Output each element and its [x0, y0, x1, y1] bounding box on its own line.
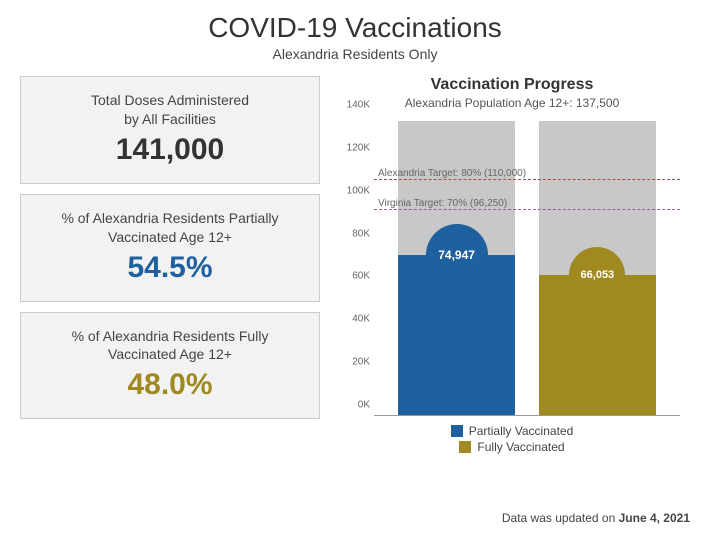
legend: Partially Vaccinated Fully Vaccinated	[334, 424, 690, 456]
y-tick: 80K	[352, 228, 370, 239]
bar-bg-full: 66,053	[539, 121, 655, 416]
stat-label-line1: Total Doses Administered	[91, 92, 249, 108]
swatch-blue-icon	[451, 425, 463, 437]
stat-label: % of Alexandria Residents Partially Vacc…	[31, 209, 309, 247]
plot: 74,947 66,053 Alexandria Target: 80% (11…	[374, 116, 680, 416]
y-axis: 0K 20K 40K 60K 80K 100K 120K 140K	[334, 116, 372, 416]
stat-label-line2: Vaccinated Age 12+	[108, 229, 232, 245]
stat-partial-pct: % of Alexandria Residents Partially Vacc…	[20, 194, 320, 302]
chart-area: 0K 20K 40K 60K 80K 100K 120K 140K 74,947…	[374, 116, 680, 416]
chart-title: Vaccination Progress	[334, 76, 690, 94]
y-tick: 60K	[352, 271, 370, 282]
stat-value: 54.5%	[31, 251, 309, 285]
page-title: COVID-19 Vaccinations	[0, 0, 710, 44]
legend-label: Partially Vaccinated	[469, 424, 574, 438]
target-line-alexandria: Alexandria Target: 80% (110,000)	[374, 179, 680, 180]
bubble-full: 66,053	[569, 247, 625, 303]
main-content: Total Doses Administered by All Faciliti…	[0, 76, 710, 456]
y-tick: 100K	[347, 185, 370, 196]
stat-full-pct: % of Alexandria Residents Fully Vaccinat…	[20, 312, 320, 420]
footer-date: June 4, 2021	[619, 511, 690, 525]
stat-label: Total Doses Administered by All Faciliti…	[31, 91, 309, 129]
chart-subtitle: Alexandria Population Age 12+: 137,500	[334, 96, 690, 110]
stat-total-doses: Total Doses Administered by All Faciliti…	[20, 76, 320, 184]
legend-partial: Partially Vaccinated	[451, 424, 574, 438]
legend-label: Fully Vaccinated	[477, 440, 564, 454]
legend-full: Fully Vaccinated	[459, 440, 564, 454]
page-subtitle: Alexandria Residents Only	[0, 46, 710, 62]
y-tick: 0K	[358, 400, 370, 411]
stat-label-line1: % of Alexandria Residents Partially	[61, 210, 278, 226]
stat-value: 48.0%	[31, 368, 309, 402]
target-line-virginia: Virginia Target: 70% (96,250)	[374, 209, 680, 210]
footer-prefix: Data was updated on	[502, 511, 619, 525]
stats-column: Total Doses Administered by All Faciliti…	[20, 76, 320, 456]
y-tick: 120K	[347, 142, 370, 153]
x-axis-line	[374, 415, 680, 416]
stat-label-line2: by All Facilities	[124, 111, 216, 127]
y-tick: 140K	[347, 100, 370, 111]
bubble-partial: 74,947	[426, 224, 488, 286]
stat-value: 141,000	[31, 133, 309, 167]
y-tick: 20K	[352, 357, 370, 368]
y-tick: 40K	[352, 314, 370, 325]
target-label-alexandria: Alexandria Target: 80% (110,000)	[378, 168, 526, 179]
chart-panel: Vaccination Progress Alexandria Populati…	[334, 76, 690, 456]
target-label-virginia: Virginia Target: 70% (96,250)	[378, 198, 507, 209]
stat-label: % of Alexandria Residents Fully Vaccinat…	[31, 327, 309, 365]
swatch-olive-icon	[459, 441, 471, 453]
stat-label-line2: Vaccinated Age 12+	[108, 346, 232, 362]
bar-bg-partial: 74,947	[398, 121, 514, 416]
stat-label-line1: % of Alexandria Residents Fully	[72, 328, 269, 344]
update-footer: Data was updated on June 4, 2021	[502, 511, 690, 525]
